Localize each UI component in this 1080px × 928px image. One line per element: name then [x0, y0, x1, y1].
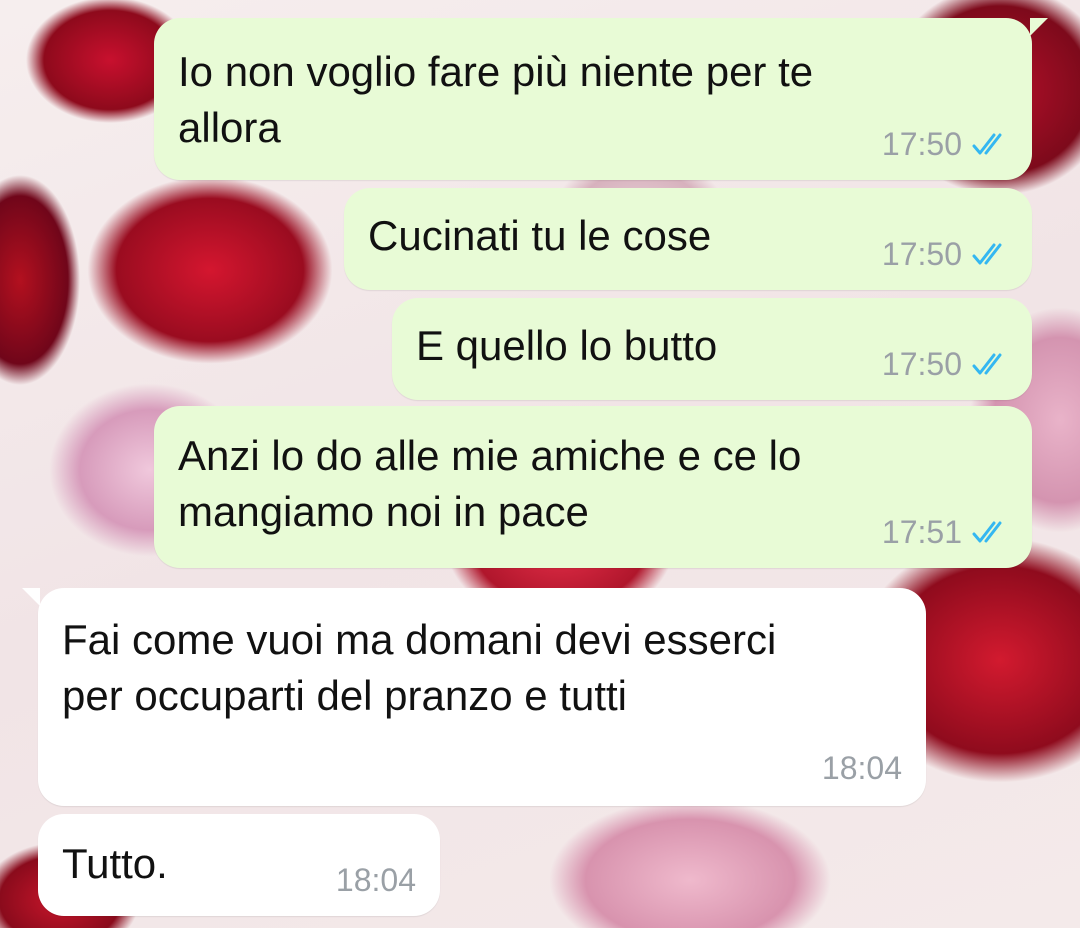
- message-text-line: Tutto.: [62, 840, 168, 887]
- message-time: 18:04: [821, 750, 902, 786]
- message-meta: 18:04: [336, 862, 416, 898]
- message-text-line: per occuparti del pranzo e tutti: [62, 672, 627, 719]
- message-text-line: mangiamo noi in pace: [178, 488, 589, 535]
- message-bubble-incoming[interactable]: Tutto. 18:04: [38, 814, 440, 916]
- message-meta: 17:50: [882, 236, 1010, 272]
- message-time: 17:50: [881, 126, 962, 162]
- message-meta: 17:51: [882, 514, 1010, 550]
- message-meta: 17:50: [882, 126, 1010, 162]
- read-ticks-icon: [972, 243, 1002, 265]
- message-text-line: allora: [178, 104, 281, 151]
- message-bubble-outgoing[interactable]: Io non voglio fare più niente per te all…: [154, 18, 1048, 180]
- message-text-line: E quello lo butto: [416, 322, 718, 369]
- message-text-line: Fai come vuoi ma domani devi esserci: [62, 616, 777, 663]
- read-ticks-icon: [972, 521, 1002, 543]
- message-time: 18:04: [335, 862, 416, 898]
- message-bubble-outgoing[interactable]: E quello lo butto 17:50: [392, 298, 1032, 400]
- message-meta: 17:50: [882, 346, 1010, 382]
- message-text-line: Cucinati tu le cose: [368, 212, 712, 259]
- message-bubble-incoming[interactable]: Fai come vuoi ma domani devi esserci per…: [22, 588, 926, 806]
- message-bubble-outgoing[interactable]: Anzi lo do alle mie amiche e ce lo mangi…: [154, 406, 1032, 568]
- message-time: 17:51: [881, 514, 962, 550]
- message-time: 17:50: [881, 236, 962, 272]
- message-bubble-outgoing[interactable]: Cucinati tu le cose 17:50: [344, 188, 1032, 290]
- message-text-line: Io non voglio fare più niente per te: [178, 48, 814, 95]
- message-meta: 18:04: [822, 750, 902, 786]
- message-time: 17:50: [881, 346, 962, 382]
- read-ticks-icon: [972, 353, 1002, 375]
- message-text-line: Anzi lo do alle mie amiche e ce lo: [178, 432, 802, 479]
- read-ticks-icon: [972, 133, 1002, 155]
